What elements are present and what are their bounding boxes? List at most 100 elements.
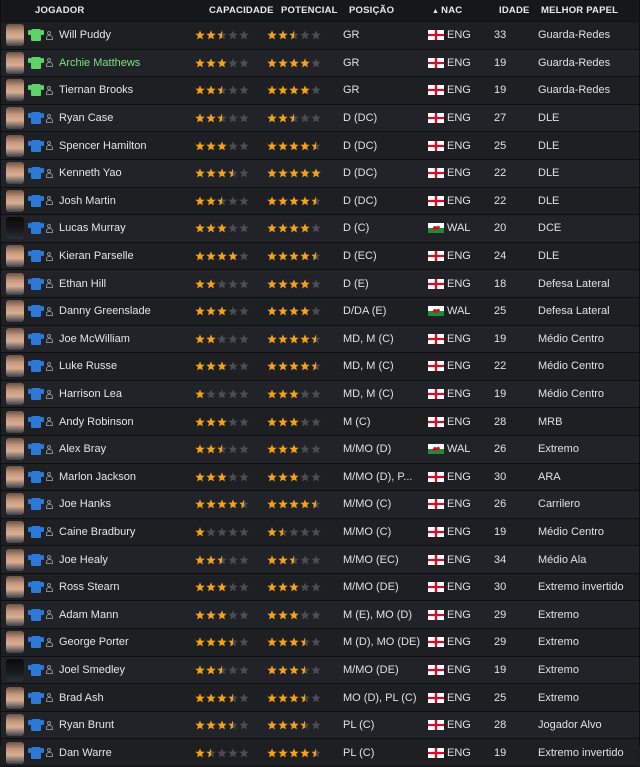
player-name[interactable]: Danny Greenslade	[59, 305, 151, 317]
star-icon	[239, 306, 249, 316]
table-row[interactable]: Ryan Brunt PL (C) ENG 28 Jogador Alvo	[1, 711, 639, 740]
player-name[interactable]: Spencer Hamilton	[59, 140, 146, 152]
player-photo	[6, 327, 24, 350]
player-name[interactable]: Joe McWilliam	[59, 333, 130, 345]
table-row[interactable]: Will Puddy GR ENG 33 Guarda-Redes	[1, 22, 639, 50]
player-name[interactable]: Joel Smedley	[59, 664, 125, 676]
player-name[interactable]: Andy Robinson	[59, 416, 134, 428]
table-row[interactable]: Andy Robinson M (C) ENG 28 MRB	[1, 408, 639, 436]
table-row[interactable]: Ethan Hill D (E) ENG 18 Defesa Lateral	[1, 270, 639, 298]
player-name[interactable]: Will Puddy	[59, 29, 111, 41]
player-position: GR	[343, 29, 360, 42]
player-name[interactable]: Luke Russe	[59, 360, 117, 372]
table-row[interactable]: Tiernan Brooks GR ENG 19 Guarda-Redes	[1, 77, 639, 105]
player-name[interactable]: Ryan Case	[59, 112, 113, 124]
england-flag-icon	[428, 333, 444, 344]
player-age: 19	[494, 525, 507, 538]
table-row[interactable]: Brad Ash MO (D), PL (C) ENG 25 Extremo	[1, 684, 639, 712]
player-name[interactable]: Ross Stearn	[59, 581, 120, 593]
player-position: PL (C)	[343, 746, 375, 759]
star-icon	[311, 196, 321, 206]
player-nationality: WAL	[447, 305, 471, 318]
player-position: D (C)	[343, 222, 370, 235]
player-photo	[6, 134, 24, 157]
player-nationality: ENG	[447, 56, 471, 69]
shirt-icon	[28, 581, 44, 594]
star-icon	[228, 692, 238, 703]
player-name[interactable]: Joe Hanks	[59, 498, 111, 510]
player-name[interactable]: Adam Mann	[59, 609, 118, 621]
table-row[interactable]: Lucas Murray D (C) WAL 20 DCE	[1, 215, 639, 243]
table-row[interactable]: Joel Smedley M/MO (DE) ENG 19 Extremo	[1, 656, 639, 685]
star-icon	[278, 417, 288, 427]
player-name[interactable]: Brad Ash	[59, 692, 104, 704]
player-name[interactable]: Tiernan Brooks	[59, 84, 133, 96]
wales-flag-icon	[428, 223, 444, 234]
star-icon	[239, 499, 249, 509]
player-name[interactable]: Marlon Jackson	[59, 471, 136, 483]
england-flag-icon	[428, 720, 444, 731]
player-position: M/MO (C)	[343, 498, 392, 511]
star-icon	[195, 554, 205, 565]
player-name[interactable]: Dan Warre	[59, 747, 112, 759]
star-icon	[206, 334, 216, 344]
star-icon	[217, 279, 227, 289]
col-header-posicao[interactable]: POSIÇÃO	[349, 5, 432, 16]
col-header-jogador[interactable]: JOGADOR	[35, 5, 209, 16]
table-row[interactable]: Spencer Hamilton D (DC) ENG 25 DLE	[1, 132, 639, 160]
star-icon	[206, 720, 216, 730]
table-row[interactable]: George Porter M (D), MO (DE) ENG 29 Extr…	[1, 629, 639, 657]
table-row[interactable]: Luke Russe MD, M (C) ENG 22 Médio Centro	[1, 353, 639, 381]
star-icon	[228, 637, 238, 647]
table-row[interactable]: Ryan Case D (DC) ENG 27 DLE	[1, 104, 639, 133]
table-row[interactable]: Joe Hanks M/MO (C) ENG 26 Carrilero	[1, 491, 639, 519]
player-name[interactable]: Kieran Parselle	[59, 250, 134, 262]
player-name[interactable]: Archie Matthews	[59, 57, 140, 69]
table-row[interactable]: Kenneth Yao D (DC) ENG 22 DLE	[1, 159, 639, 188]
col-header-nac[interactable]: ▲ NAC	[432, 5, 499, 16]
table-row[interactable]: Alex Bray M/MO (D) WAL 26 Extremo	[1, 435, 639, 464]
star-icon	[300, 554, 310, 565]
player-name[interactable]: Joe Healy	[59, 554, 108, 566]
col-header-melhor-papel[interactable]: MELHOR PAPEL	[541, 5, 639, 16]
player-name[interactable]: George Porter	[59, 636, 129, 648]
table-row[interactable]: Dan Warre PL (C) ENG 19 Extremo invertid…	[1, 739, 639, 767]
table-row[interactable]: Danny Greenslade D/DA (E) WAL 25 Defesa …	[1, 297, 639, 326]
shirt-icon	[28, 608, 44, 621]
table-row[interactable]: Joe Healy M/MO (EC) ENG 34 Médio Ala	[1, 546, 639, 574]
star-icon	[206, 582, 216, 592]
table-row[interactable]: Archie Matthews GR ENG 19 Guarda-Redes	[1, 49, 639, 78]
player-name[interactable]: Josh Martin	[59, 195, 116, 207]
star-icon	[228, 223, 238, 233]
shirt-icon	[28, 636, 44, 649]
star-icon	[217, 306, 227, 316]
star-icon	[267, 389, 277, 399]
star-icon	[300, 748, 310, 758]
table-row[interactable]: Harrison Lea MD, M (C) ENG 19 Médio Cent…	[1, 380, 639, 409]
player-name[interactable]: Caine Bradbury	[59, 526, 135, 538]
col-header-capacidade[interactable]: CAPACIDADE	[209, 5, 281, 16]
player-name[interactable]: Harrison Lea	[59, 388, 122, 400]
potencial-stars	[267, 113, 341, 123]
star-icon	[239, 113, 249, 123]
col-header-idade[interactable]: IDADE	[499, 5, 541, 16]
star-icon	[217, 472, 227, 482]
table-row[interactable]: Marlon Jackson M/MO (D), P... ENG 30 ARA	[1, 463, 639, 492]
table-row[interactable]: Josh Martin D (DC) ENG 22 DLE	[1, 187, 639, 216]
col-header-potencial[interactable]: POTENCIAL	[281, 5, 349, 16]
table-row[interactable]: Kieran Parselle D (EC) ENG 24 DLE	[1, 242, 639, 271]
table-row[interactable]: Adam Mann M (E), MO (D) ENG 29 Extremo	[1, 601, 639, 630]
table-row[interactable]: Joe McWilliam MD, M (C) ENG 19 Médio Cen…	[1, 325, 639, 354]
player-name[interactable]: Kenneth Yao	[59, 167, 122, 179]
table-row[interactable]: Caine Bradbury M/MO (C) ENG 19 Médio Cen…	[1, 518, 639, 547]
player-name[interactable]: Lucas Murray	[59, 222, 126, 234]
person-icon	[45, 58, 53, 68]
capacidade-stars	[195, 444, 265, 454]
player-name[interactable]: Ethan Hill	[59, 278, 106, 290]
table-row[interactable]: Ross Stearn M/MO (DE) ENG 30 Extremo inv…	[1, 573, 639, 602]
star-icon	[267, 720, 277, 730]
player-name[interactable]: Alex Bray	[59, 443, 106, 455]
player-name[interactable]: Ryan Brunt	[59, 719, 114, 731]
star-icon	[195, 113, 205, 123]
potencial-stars	[267, 168, 341, 178]
